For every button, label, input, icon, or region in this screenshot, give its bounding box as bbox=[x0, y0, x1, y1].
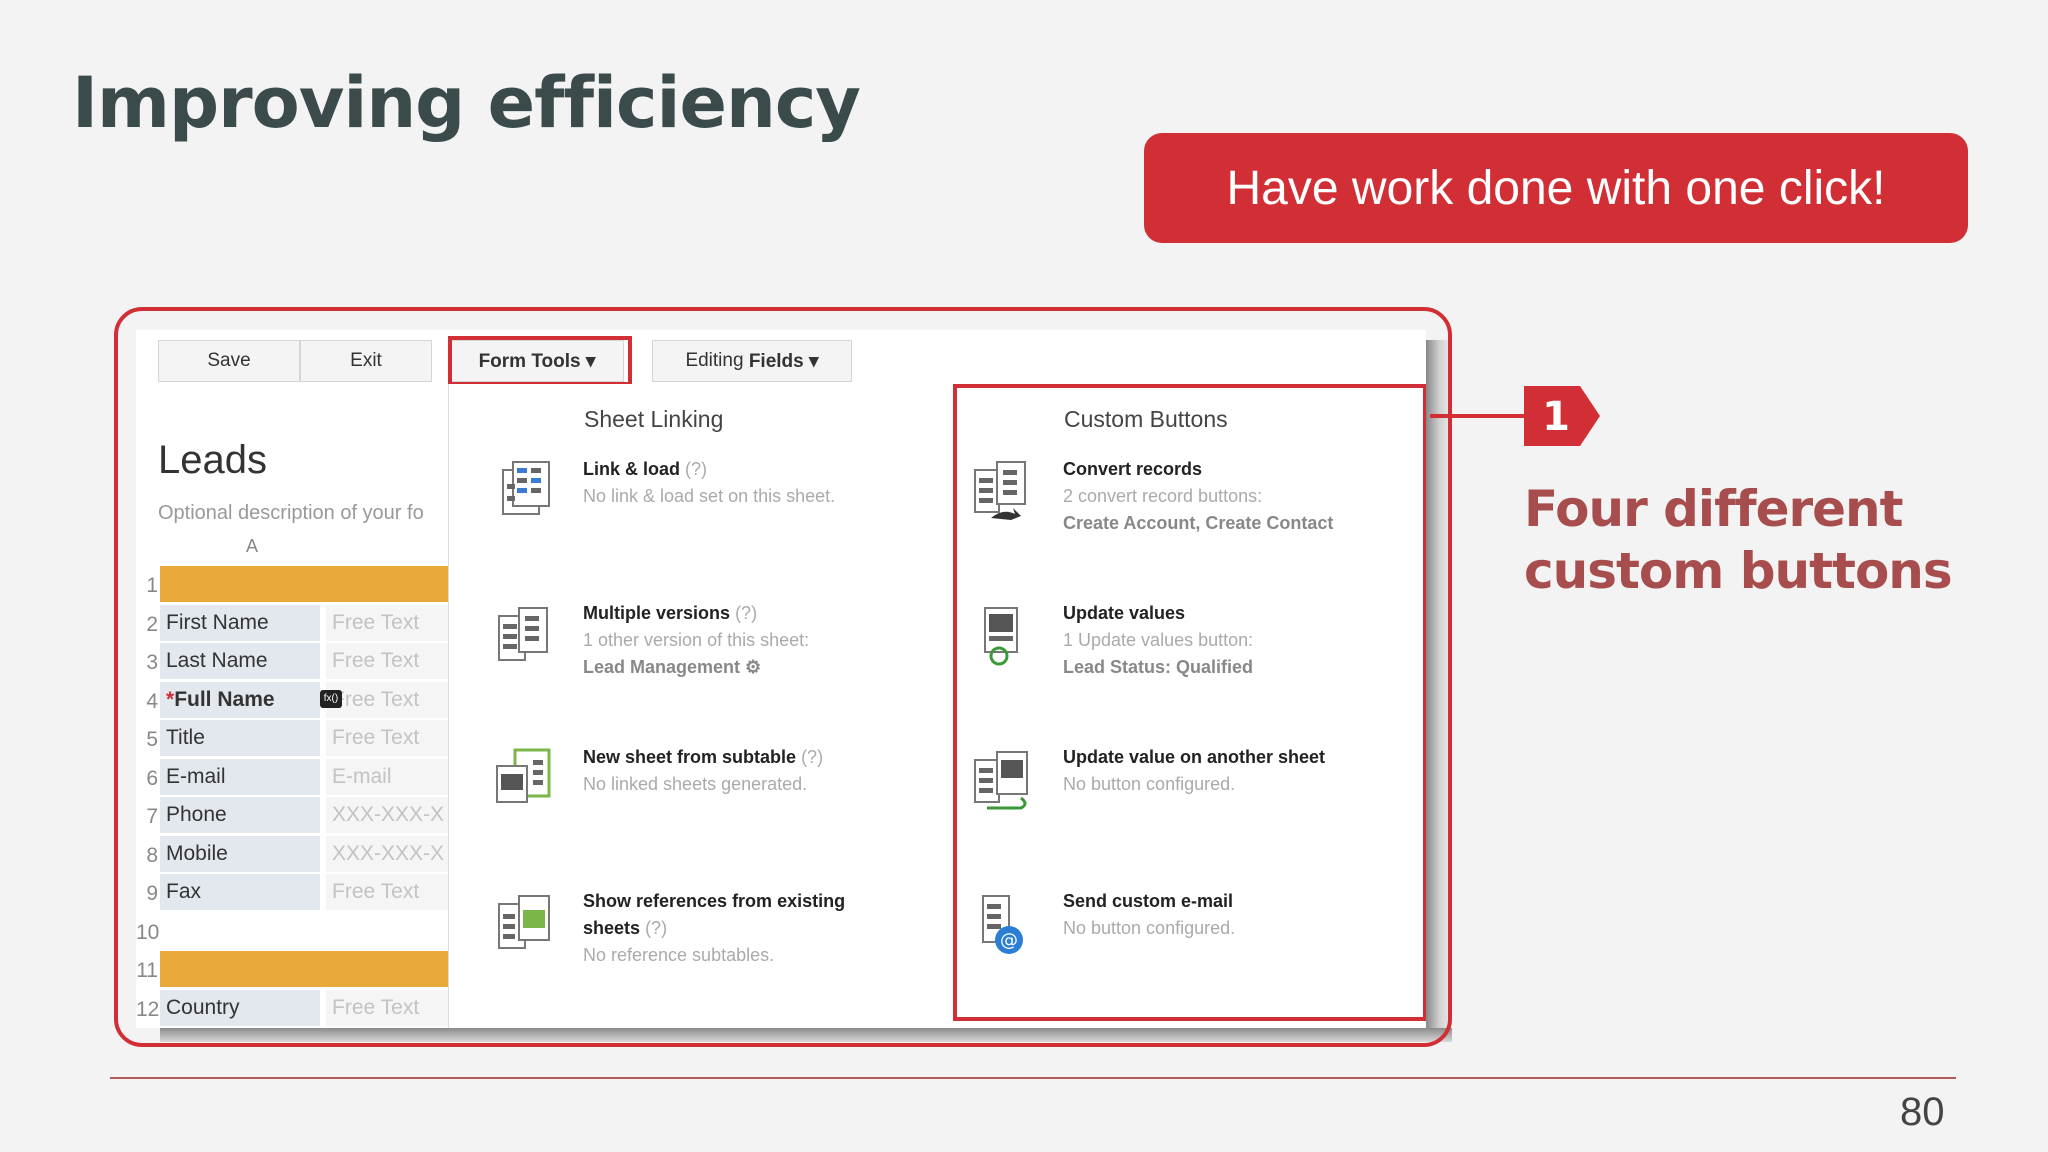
page-number: 80 bbox=[1900, 1090, 1945, 1134]
callout-text: Four different custom buttons bbox=[1524, 478, 1953, 602]
callout-line-2: custom buttons bbox=[1524, 542, 1953, 600]
callout-number: 1 bbox=[1542, 394, 1570, 440]
callout-connector bbox=[1430, 414, 1526, 418]
callout-line-1: Four different bbox=[1524, 480, 1904, 538]
screenshot-frame bbox=[114, 307, 1452, 1047]
slide-title: Improving efficiency bbox=[72, 62, 861, 144]
footer-divider bbox=[110, 1077, 1956, 1079]
callout-badge: 1 bbox=[1524, 386, 1600, 446]
banner: Have work done with one click! bbox=[1144, 133, 1968, 243]
